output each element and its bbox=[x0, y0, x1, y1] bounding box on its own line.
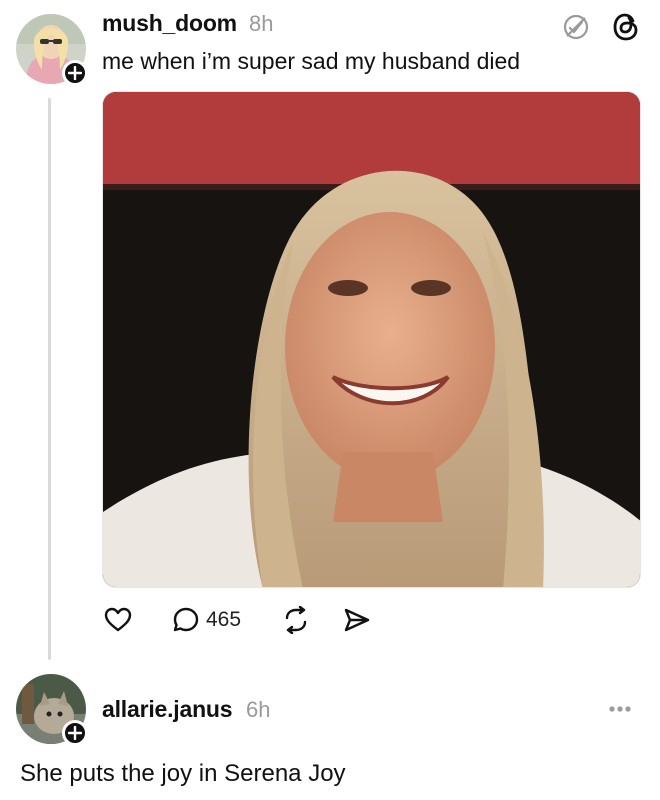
post-image[interactable] bbox=[102, 91, 641, 588]
post-avatar-wrap[interactable] bbox=[16, 14, 88, 86]
thread-line bbox=[48, 98, 51, 660]
reply-username[interactable]: allarie.janus bbox=[102, 696, 233, 723]
post-timestamp: 8h bbox=[249, 11, 274, 36]
like-button[interactable] bbox=[104, 607, 132, 633]
share-button[interactable] bbox=[343, 606, 371, 634]
post-actions: 465 bbox=[104, 606, 371, 634]
follow-plus-icon[interactable] bbox=[62, 720, 88, 746]
follow-plus-icon[interactable] bbox=[62, 60, 88, 86]
heart-icon bbox=[104, 607, 132, 632]
share-icon bbox=[344, 608, 370, 632]
threads-feed: mush_doom 8h me when i’m super sad my hu… bbox=[0, 0, 660, 800]
muted-icon[interactable] bbox=[562, 13, 590, 41]
post-username[interactable]: mush_doom bbox=[102, 10, 237, 37]
post-text: me when i’m super sad my husband died bbox=[102, 48, 521, 74]
reply-button[interactable]: 465 bbox=[172, 606, 241, 634]
reply-timestamp: 6h bbox=[246, 697, 271, 722]
repost-icon bbox=[285, 606, 307, 634]
reply-icon bbox=[173, 607, 199, 632]
reply-text: She puts the joy in Serena Joy bbox=[20, 760, 346, 787]
threads-logo-icon[interactable] bbox=[612, 12, 640, 42]
post-top-icons bbox=[562, 12, 640, 42]
more-icon[interactable] bbox=[608, 700, 632, 718]
reply-avatar-wrap[interactable] bbox=[16, 674, 88, 746]
repost-button[interactable] bbox=[281, 606, 311, 634]
reply-count: 465 bbox=[206, 608, 242, 631]
